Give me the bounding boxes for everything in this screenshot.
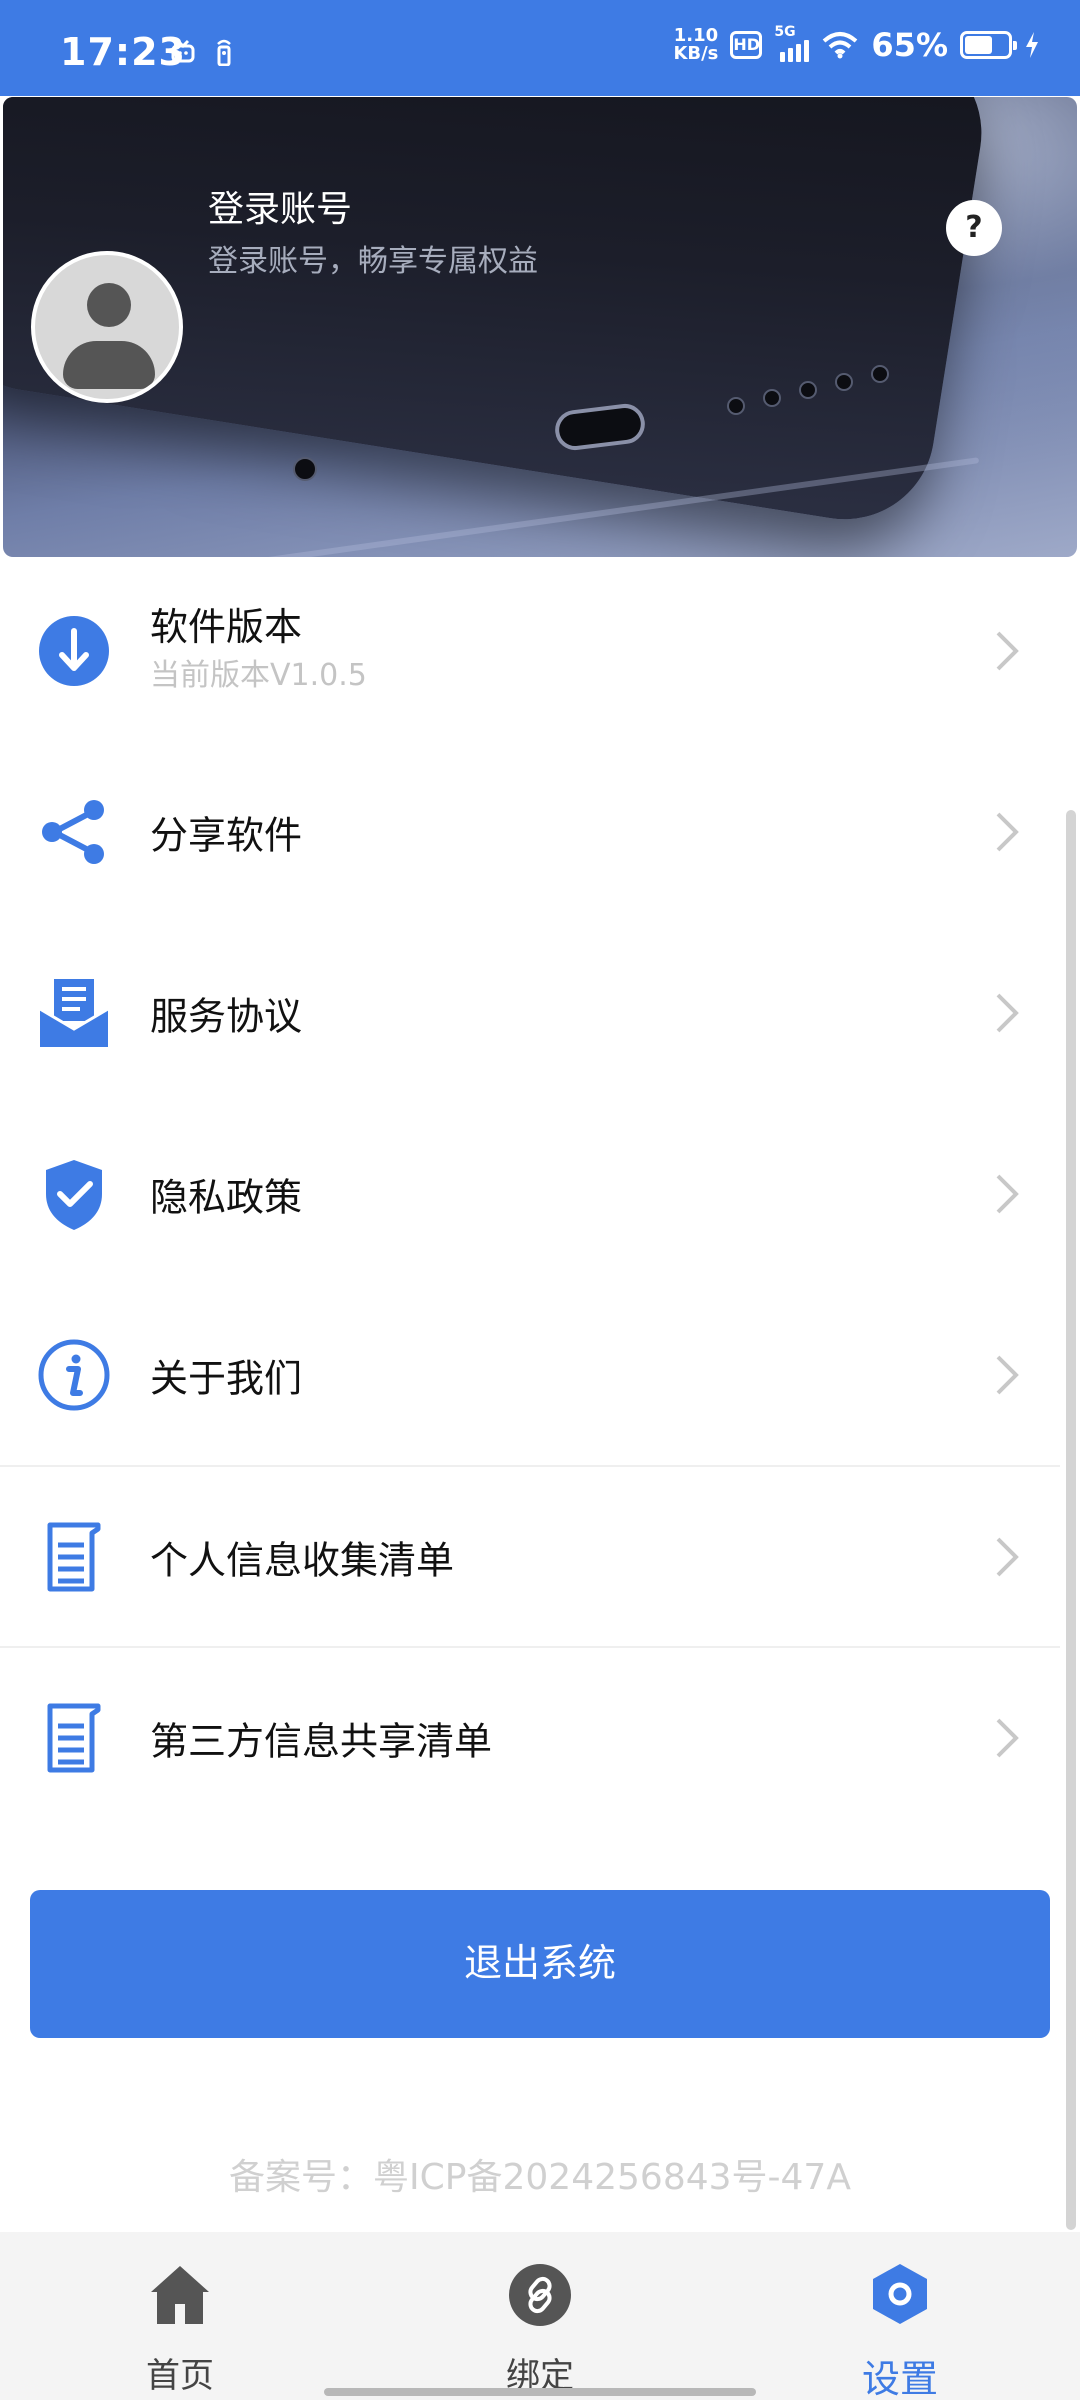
status-bar: 17:23 1.10 KB/s HD 5G 65%: [0, 0, 1080, 96]
list-document-icon: [47, 1522, 101, 1591]
tab-label: 设置: [861, 2357, 938, 2400]
login-title[interactable]: 登录账号: [208, 180, 352, 232]
download-icon: [39, 615, 109, 686]
status-right-icons: 1.10 KB/s HD 5G 65%: [673, 24, 1040, 64]
status-left-icons: [170, 38, 234, 66]
avatar[interactable]: [31, 251, 183, 403]
version-text: 当前版本V1.0.5: [150, 658, 367, 693]
menu-item-third-party-list[interactable]: 第三方信息共享清单: [0, 1646, 1060, 1827]
menu-item-privacy[interactable]: 隐私政策: [0, 1103, 1060, 1284]
charging-icon: [1026, 32, 1038, 58]
chevron-right-icon: [996, 993, 1019, 1032]
login-subtitle: 登录账号，畅享专属权益: [208, 244, 538, 279]
scrollbar[interactable]: [1066, 810, 1076, 2230]
menu-item-label: 分享软件: [150, 813, 303, 857]
chevron-right-icon: [996, 1174, 1019, 1213]
net-speed: 1.10 KB/s: [673, 25, 719, 64]
agreement-icon: [39, 978, 109, 1047]
remote-icon: [217, 39, 231, 66]
home-icon: [151, 2266, 209, 2324]
battery-percent: 65%: [871, 26, 948, 64]
logout-button[interactable]: 退出系统: [30, 1890, 1050, 2038]
wifi-icon: [823, 32, 858, 59]
menu-item-label: 关于我们: [150, 1356, 303, 1400]
menu-item-label: 第三方信息共享清单: [150, 1719, 493, 1763]
signal-icon: 5G: [774, 24, 810, 62]
status-time: 17:23: [60, 30, 186, 74]
tv-icon: [171, 39, 195, 63]
chevron-right-icon: [996, 631, 1019, 670]
chevron-right-icon: [996, 1718, 1019, 1757]
menu-item-personal-info-list[interactable]: 个人信息收集清单: [0, 1465, 1060, 1646]
menu-item-agreement[interactable]: 服务协议: [0, 922, 1060, 1103]
menu-item-label: 服务协议: [150, 994, 303, 1038]
settings-icon: [873, 2264, 927, 2324]
shield-check-icon: [46, 1159, 102, 1230]
link-icon: [509, 2264, 571, 2326]
tab-bind[interactable]: 绑定: [360, 2232, 720, 2400]
menu-item-version[interactable]: 软件版本 当前版本V1.0.5: [0, 560, 1060, 741]
info-icon: [38, 1339, 110, 1410]
menu-item-share[interactable]: 分享软件: [0, 741, 1060, 922]
avatar-head: [87, 283, 131, 327]
chevron-right-icon: [996, 812, 1019, 851]
battery-icon: [960, 31, 1017, 59]
tab-settings[interactable]: 设置: [720, 2232, 1080, 2400]
settings-menu: 软件版本 当前版本V1.0.5 分享软件 服务协议 隐私政策 关于我们 个人信息…: [0, 560, 1060, 1827]
list-document-icon: [47, 1703, 101, 1772]
menu-item-label: 个人信息收集清单: [150, 1538, 455, 1582]
chevron-right-icon: [996, 1537, 1019, 1576]
tab-home[interactable]: 首页: [0, 2232, 360, 2400]
chevron-right-icon: [996, 1355, 1019, 1394]
menu-item-label: 软件版本: [150, 605, 303, 649]
bottom-tab-bar: 首页 绑定 设置: [0, 2232, 1080, 2400]
header-banner: [3, 97, 1077, 557]
menu-item-label: 隐私政策: [150, 1175, 303, 1219]
hd-icon: HD: [730, 31, 763, 59]
help-button[interactable]: ?: [946, 200, 1002, 256]
avatar-body: [63, 341, 155, 389]
share-icon: [42, 799, 104, 864]
menu-item-about[interactable]: 关于我们: [0, 1284, 1060, 1465]
home-indicator[interactable]: [324, 2388, 756, 2396]
tab-label: 首页: [146, 2356, 214, 2396]
icp-record-text: 备案号：粤ICP备2024256843号-47A: [229, 2157, 851, 2198]
